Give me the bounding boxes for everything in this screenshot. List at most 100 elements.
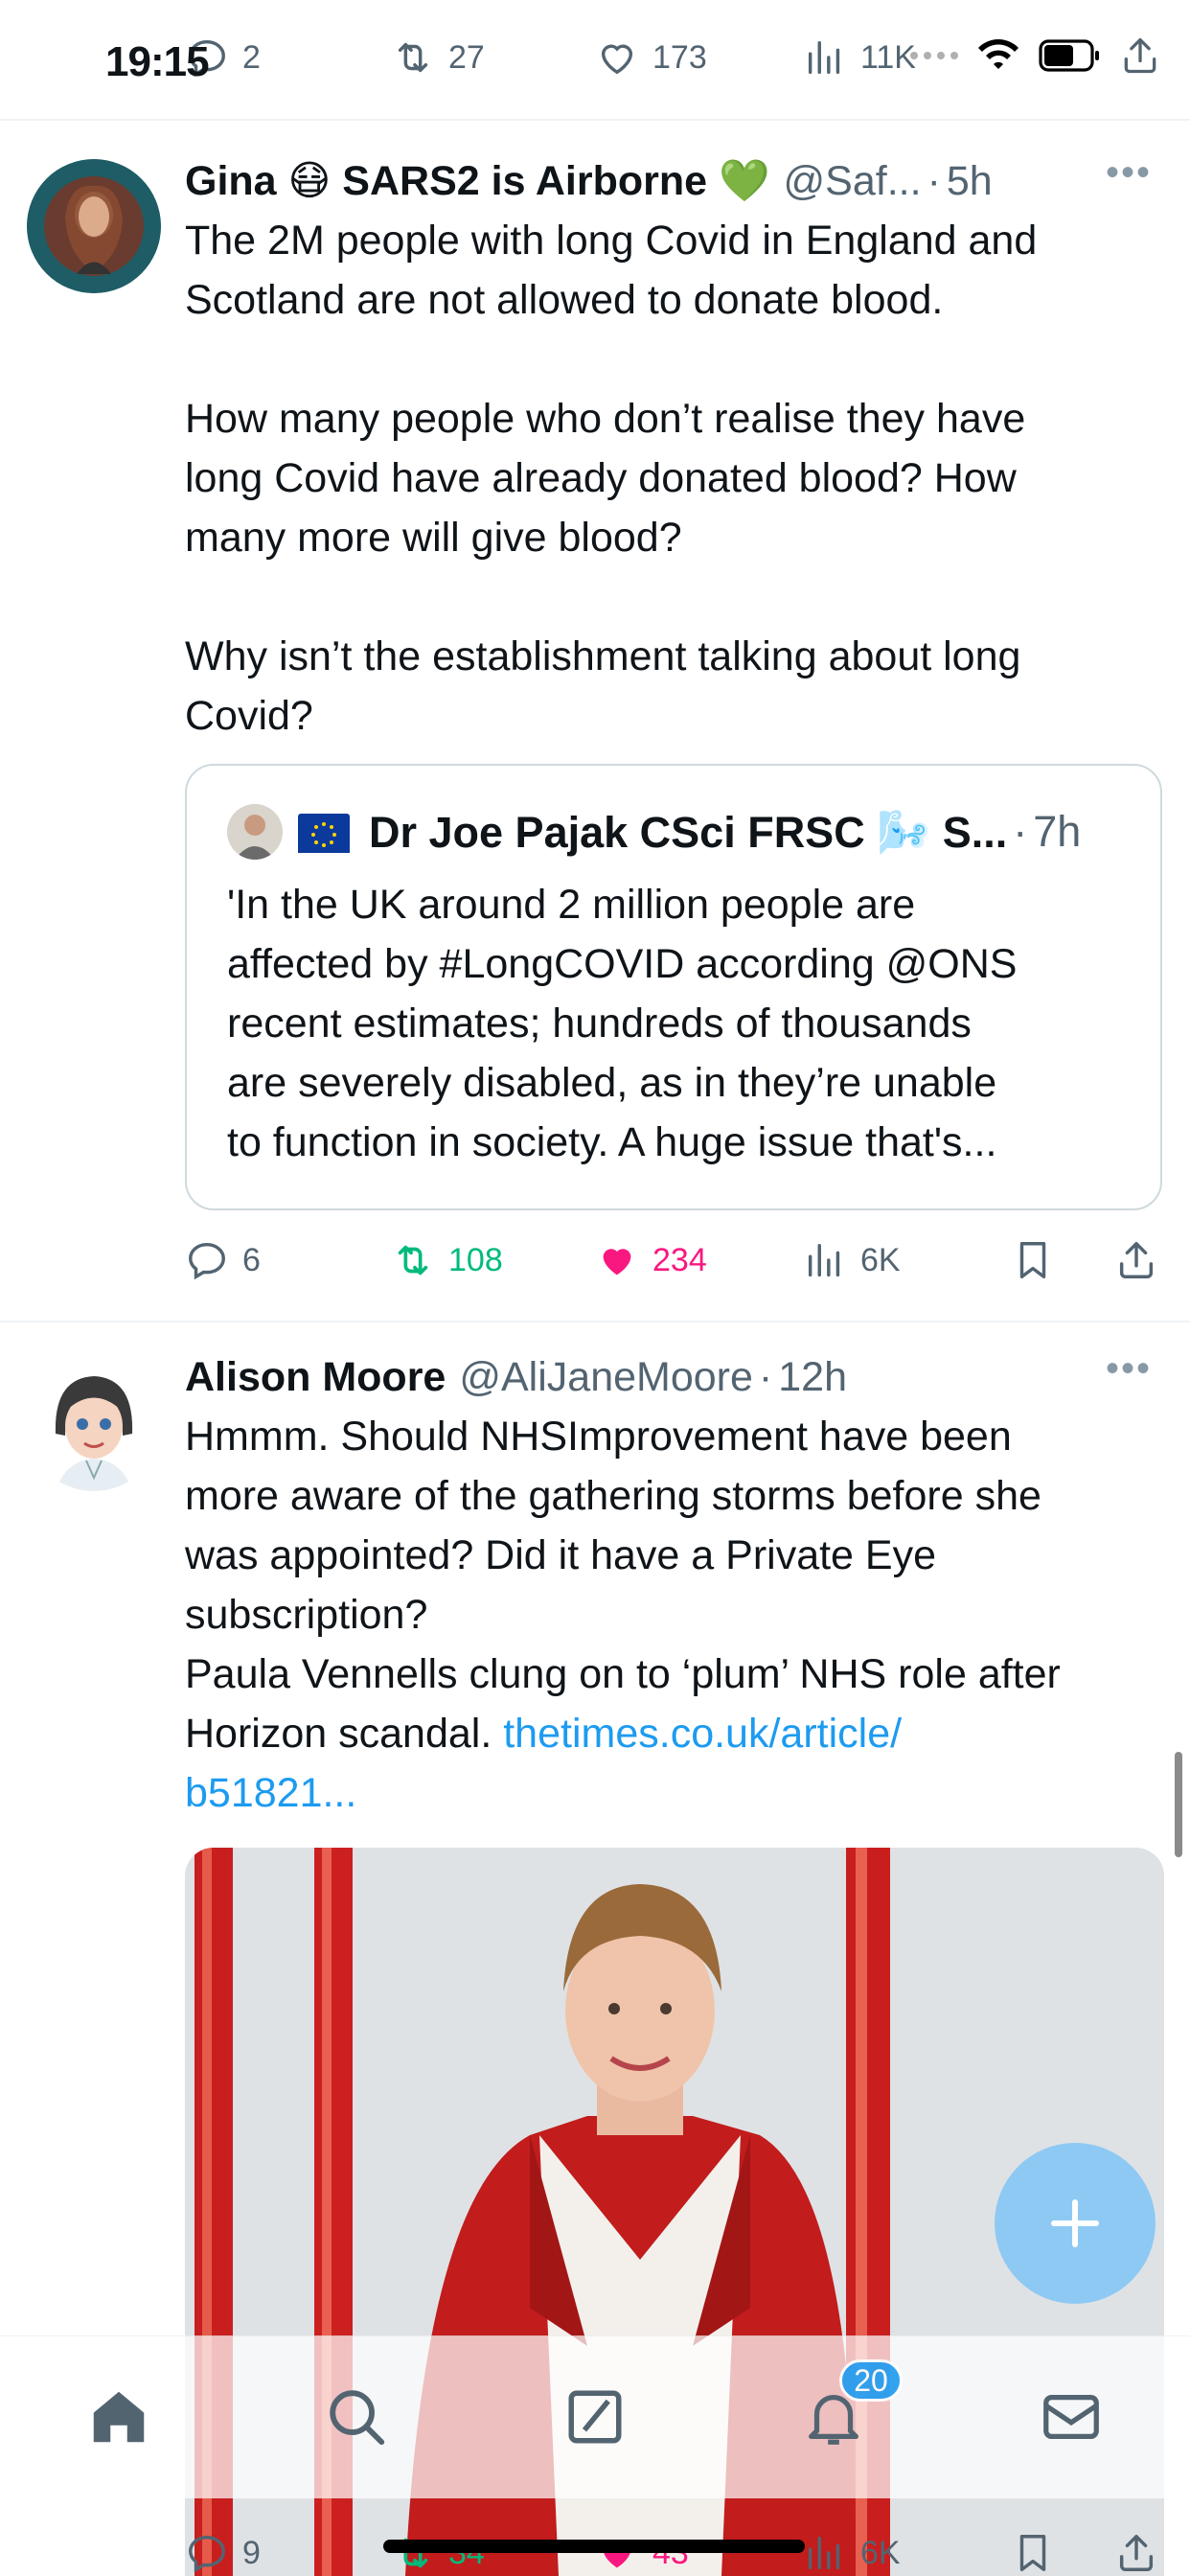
bottom-tab-bar	[0, 2335, 1190, 2498]
views-count: 6K	[860, 2534, 901, 2571]
text-line: more aware of the gathering storms befor…	[185, 1473, 1041, 1519]
views-button[interactable]: 11K	[803, 29, 916, 86]
tweet-header: Alison Moore @AliJaneMoore · 12h •••	[185, 1347, 1152, 1407]
notifications-badge: 20	[839, 2359, 903, 2402]
wifi-icon	[978, 39, 1018, 69]
text-line: affected by #LongCOVID according @ONS	[227, 941, 1018, 987]
eu-flag-icon	[298, 814, 350, 853]
author-handle[interactable]: @Saf...	[784, 158, 922, 205]
avatar[interactable]	[27, 159, 161, 293]
share-icon	[1119, 1242, 1154, 1278]
compose-button[interactable]	[995, 2143, 1156, 2304]
home-indicator[interactable]	[383, 2540, 805, 2553]
author-handle[interactable]: @AliJaneMoore	[459, 1354, 753, 1401]
separator: ·	[758, 1353, 773, 1400]
views-button[interactable]: 6K	[803, 2524, 901, 2576]
tab-home[interactable]	[80, 2379, 157, 2455]
compose-plus-icon	[1051, 2199, 1099, 2247]
tab-grok[interactable]	[557, 2379, 633, 2455]
share-icon	[1119, 2535, 1154, 2571]
like-icon	[601, 44, 633, 75]
text-line: are severely disabled, as in they’re una…	[227, 1060, 997, 1106]
text-line: Horizon scandal. thetimes.co.uk/article/	[185, 1704, 1172, 1763]
scrollbar[interactable]	[1175, 1752, 1182, 1857]
quote-avatar	[227, 804, 283, 860]
article-link[interactable]: thetimes.co.uk/article/	[503, 1711, 902, 1757]
battery-icon	[1039, 39, 1099, 72]
text-line: Paula Vennells clung on to ‘plum’ NHS ro…	[185, 1651, 1061, 1697]
tweet-header: Gina 😷 SARS2 is Airborne 💚 @Saf... · 5h …	[185, 151, 1152, 211]
bookmark-button[interactable]	[1011, 1231, 1055, 1289]
text-line: long Covid have already donated blood? H…	[185, 455, 1017, 501]
share-button[interactable]	[1114, 2524, 1158, 2576]
retweet-icon	[398, 42, 428, 73]
text-line: recent estimates; hundreds of thousands	[227, 1000, 972, 1046]
author-name[interactable]: Alison Moore	[185, 1354, 446, 1401]
text-segment: Horizon scandal.	[185, 1711, 504, 1757]
reply-button[interactable]: 9	[185, 2524, 261, 2576]
reply-count: 6	[242, 1241, 261, 1278]
search-icon	[330, 2390, 385, 2446]
tweet-text: Hmmm. Should NHSImprovement have been mo…	[185, 1407, 1172, 1823]
like-count: 234	[652, 1241, 707, 1278]
text-line: subscription?	[185, 1592, 428, 1638]
like-button[interactable]: 173	[595, 29, 707, 86]
retweet-count: 108	[448, 1241, 503, 1278]
bookmark-icon	[1019, 1242, 1046, 1278]
tab-messages[interactable]	[1033, 2379, 1110, 2455]
long-covid-awareness-avatar	[27, 159, 161, 293]
like-count: 173	[652, 38, 707, 76]
reply-icon	[189, 1242, 225, 1280]
status-bar: 2 27 173 11K 19:15	[0, 0, 1190, 119]
reply-button[interactable]: 6	[185, 1231, 261, 1289]
avatar[interactable]	[27, 1357, 161, 1491]
text-line: The 2M people with long Covid in England…	[185, 218, 1038, 264]
like-button[interactable]: 234	[595, 1231, 707, 1289]
status-icons	[910, 34, 1161, 77]
share-icon[interactable]	[1119, 34, 1161, 77]
bookmark-icon	[1019, 2535, 1046, 2571]
tweet-text: The 2M people with long Covid in England…	[185, 211, 1172, 746]
text-line: Why isn’t the establishment talking abou…	[185, 633, 1021, 679]
text-line: Scotland are not allowed to donate blood…	[185, 277, 944, 323]
article-link[interactable]: b51821...	[185, 1770, 356, 1816]
text-line	[185, 567, 1172, 627]
text-line: Covid?	[185, 693, 313, 739]
views-icon	[808, 2536, 840, 2570]
text-line: was appointed? Did it have a Private Eye	[185, 1532, 937, 1578]
text-line	[185, 330, 1172, 389]
quoted-tweet[interactable]: Dr Joe Pajak CSci FRSC 🌬️ S... · 7h 'In …	[185, 764, 1162, 1210]
tweet-time[interactable]: 5h	[947, 158, 993, 205]
like-icon	[603, 1249, 631, 1276]
more-options-icon[interactable]: •••	[1106, 151, 1152, 195]
retweet-icon	[398, 2538, 428, 2568]
bookmark-button[interactable]	[1011, 2524, 1055, 2576]
grok-icon	[568, 2390, 622, 2444]
reply-count: 9	[242, 2534, 261, 2571]
tweet-time[interactable]: 12h	[778, 1354, 847, 1401]
quote-author-name: Dr Joe Pajak CSci FRSC 🌬️ S...	[369, 807, 1008, 857]
text-line: many more will give blood?	[185, 515, 682, 561]
status-time: 19:15	[105, 38, 210, 85]
retweet-count: 27	[448, 38, 485, 76]
views-count: 11K	[860, 38, 916, 76]
reply-count: 2	[242, 38, 261, 76]
author-name[interactable]: Gina 😷 SARS2 is Airborne 💚	[185, 157, 770, 205]
text-line: How many people who don’t realise they h…	[185, 396, 1026, 442]
tweet-actions: 6 108 234 6K	[185, 1231, 1162, 1289]
retweet-button[interactable]: 108	[391, 1231, 503, 1289]
views-icon	[808, 40, 840, 75]
tab-search[interactable]	[318, 2379, 395, 2455]
more-options-icon[interactable]: •••	[1106, 1347, 1152, 1391]
home-icon	[93, 2391, 145, 2443]
views-button[interactable]: 6K	[803, 1231, 901, 1289]
views-icon	[808, 1243, 840, 1277]
cartoon-avatar	[27, 1357, 161, 1491]
text-line: to function in society. A huge issue tha…	[227, 1119, 997, 1165]
text-line: b51821...	[185, 1763, 1172, 1823]
retweet-button[interactable]: 27	[391, 29, 485, 86]
like-icon	[603, 2542, 631, 2568]
separator: ·	[1013, 807, 1028, 856]
reply-icon	[189, 2535, 225, 2573]
share-button[interactable]	[1114, 1231, 1158, 1289]
